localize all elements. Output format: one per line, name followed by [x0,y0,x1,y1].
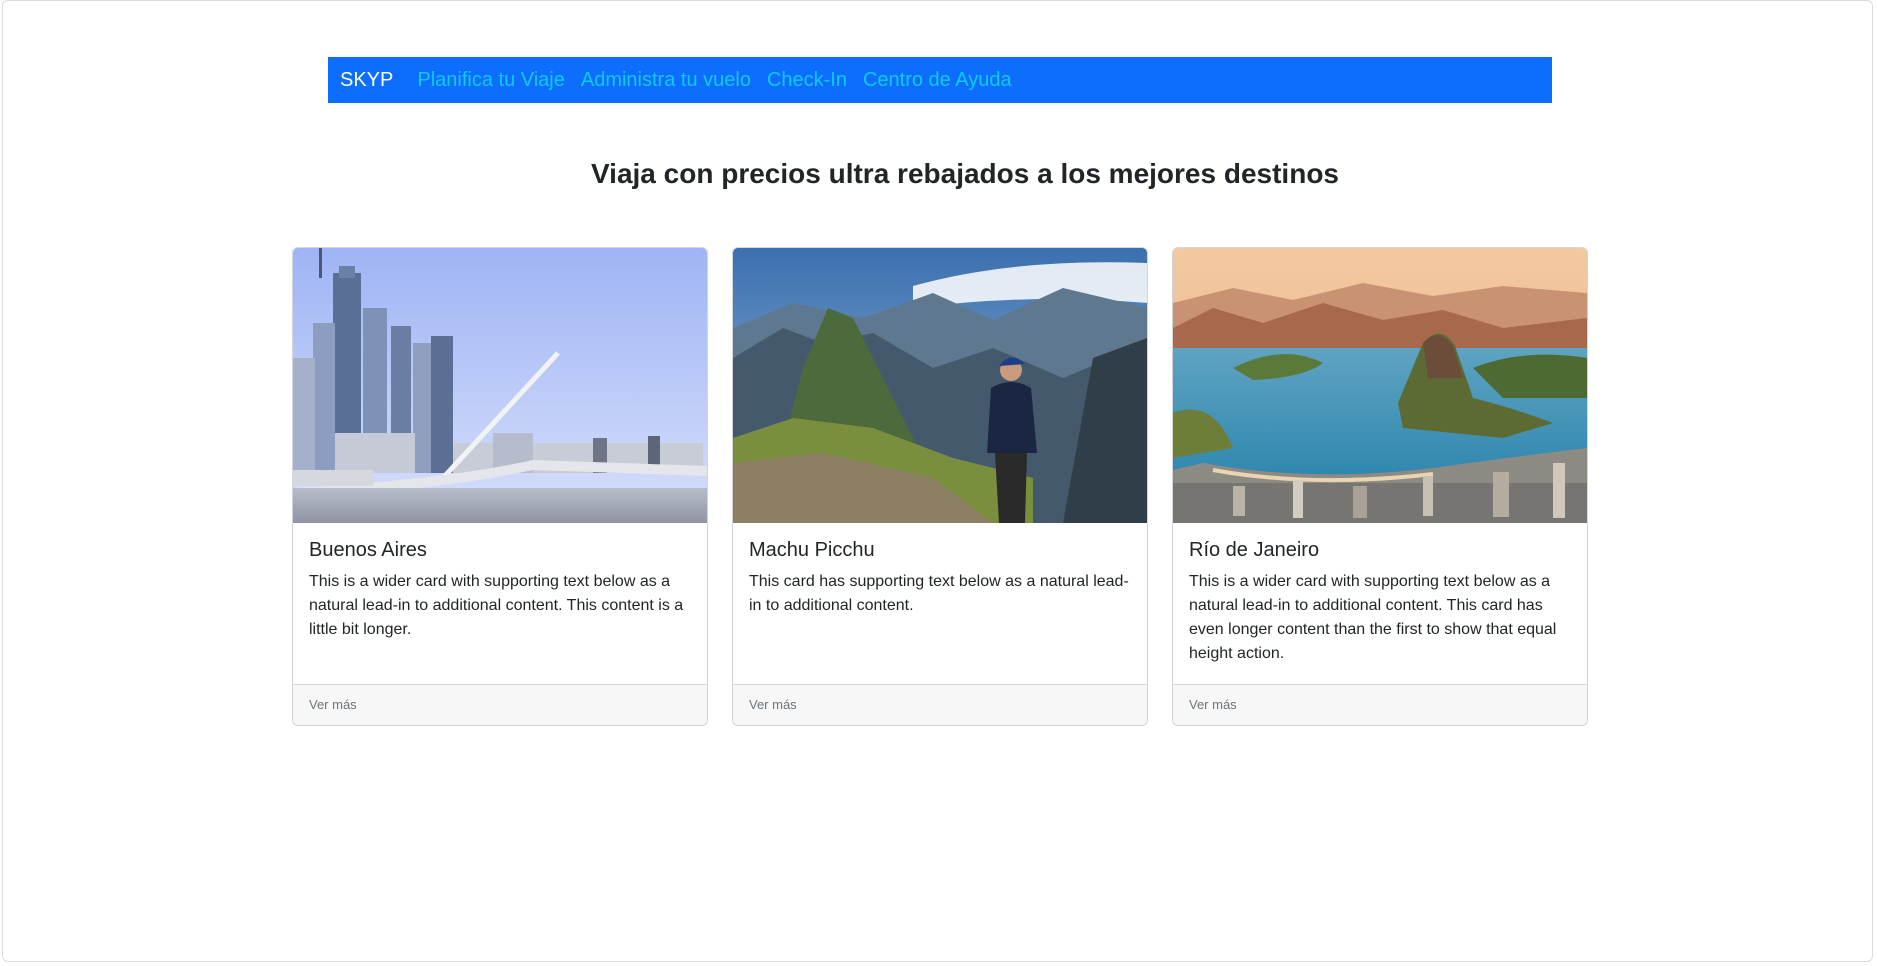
navbar: SKYP Planifica tu Viaje Administra tu vu… [328,57,1552,103]
page-headline: Viaja con precios ultra rebajados a los … [591,158,1339,189]
rio-de-janeiro-image [1173,248,1587,523]
card-body: Río de Janeiro This is a wider card with… [1173,523,1587,666]
machu-picchu-image [733,248,1147,523]
card-text: This card has supporting text below as a… [749,573,1129,614]
nav-link-administra[interactable]: Administra tu vuelo [581,69,751,92]
card-footer-ver-mas[interactable]: Ver más [733,684,1147,725]
buenos-aires-image [293,248,707,523]
brand-link[interactable]: SKYP [340,69,393,92]
destination-card-buenos-aires: Buenos Aires This is a wider card with s… [292,247,708,726]
card-body: Buenos Aires This is a wider card with s… [293,523,707,642]
card-title: Río de Janeiro [1189,539,1320,561]
destination-card-rio-de-janeiro: Río de Janeiro This is a wider card with… [1172,247,1588,726]
card-text: This is a wider card with supporting tex… [309,573,684,638]
card-footer-ver-mas[interactable]: Ver más [293,684,707,725]
card-title: Buenos Aires [309,539,427,561]
card-body: Machu Picchu This card has supporting te… [733,523,1147,618]
card-footer-ver-mas[interactable]: Ver más [1173,684,1587,725]
card-text: This is a wider card with supporting tex… [1189,573,1557,662]
card-title: Machu Picchu [749,539,875,561]
nav-link-ayuda[interactable]: Centro de Ayuda [863,69,1012,92]
nav-link-planifica[interactable]: Planifica tu Viaje [417,69,565,92]
destination-card-machu-picchu: Machu Picchu This card has supporting te… [732,247,1148,726]
nav-link-checkin[interactable]: Check-In [767,69,847,92]
